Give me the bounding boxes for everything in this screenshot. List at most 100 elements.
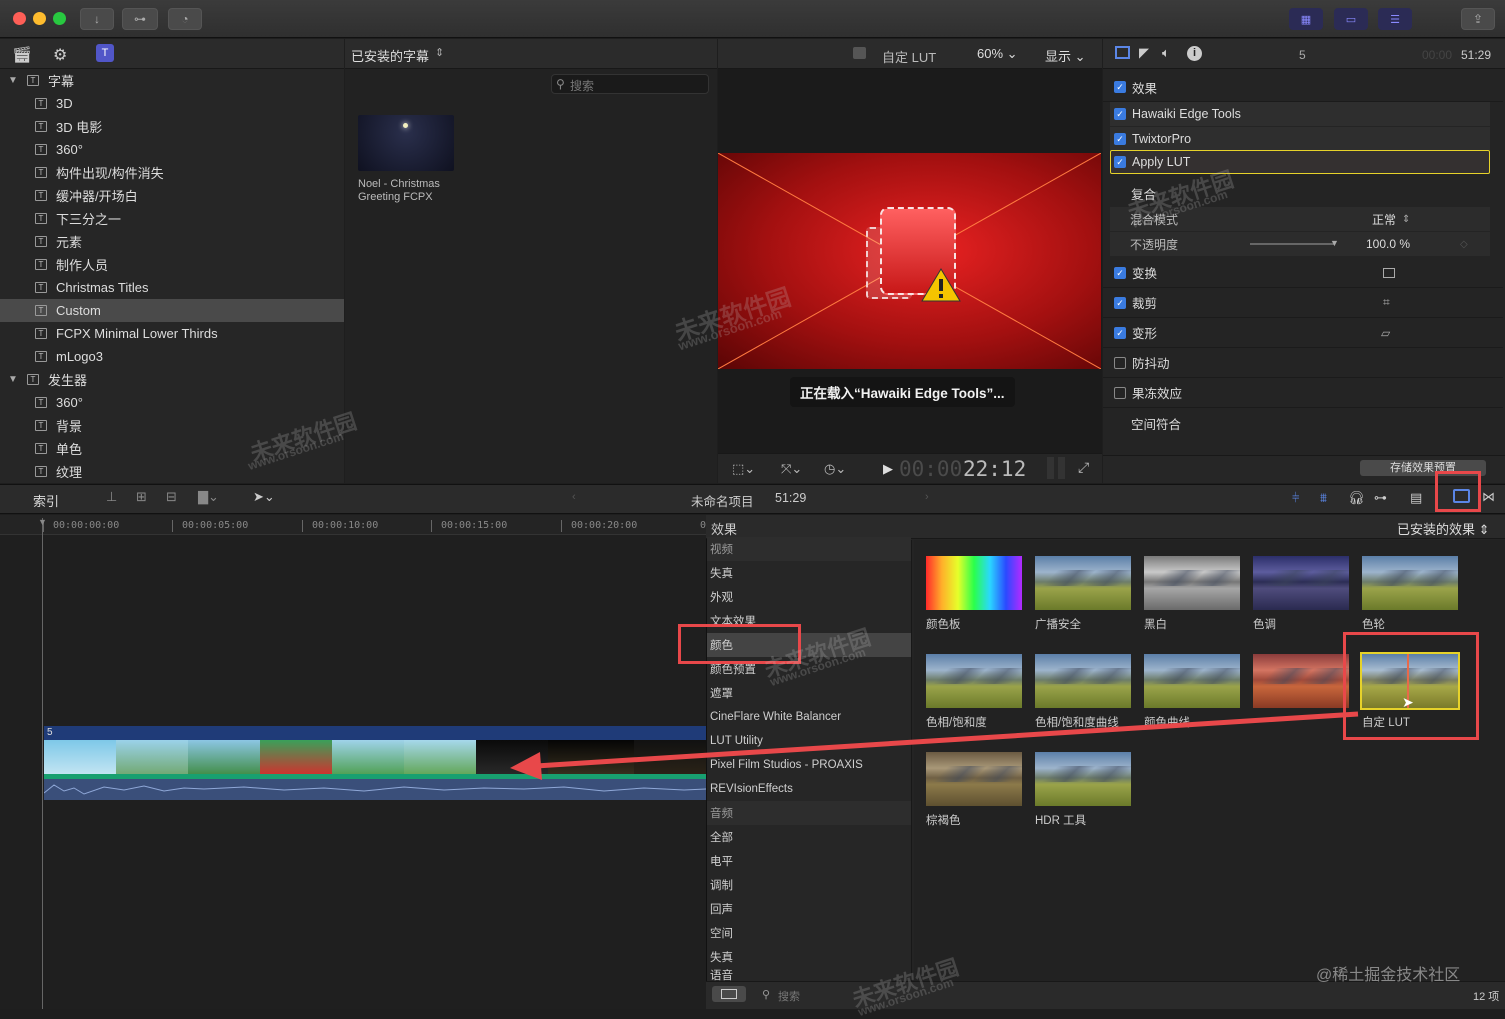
effect-checkbox[interactable]: ✓	[1114, 133, 1126, 145]
effect-thumbnail[interactable]	[926, 556, 1022, 610]
playhead[interactable]	[42, 518, 43, 1009]
library-item[interactable]: T 单色	[0, 437, 344, 460]
category-item[interactable]: 调制	[707, 873, 911, 897]
connect-clip-icon[interactable]: ⊥	[106, 489, 117, 505]
rolling-shutter-section[interactable]: 果冻效应	[1103, 378, 1503, 408]
clip-appearance-icon[interactable]: ▤	[1410, 490, 1422, 506]
disclosure-triangle-icon[interactable]: ▼	[8, 75, 27, 86]
library-item[interactable]: T 3D	[0, 92, 344, 115]
blend-mode-value[interactable]: 正常	[1372, 211, 1396, 228]
distort-checkbox[interactable]: ✓	[1114, 326, 1126, 339]
chevron-right-icon[interactable]: ›	[925, 491, 929, 503]
effect-thumbnail[interactable]	[1253, 556, 1349, 610]
category-item[interactable]: 空间	[707, 921, 911, 945]
stabilization-section[interactable]: 防抖动	[1103, 348, 1503, 378]
view-options-icon[interactable]: ⬚⌄	[732, 461, 755, 477]
transform-tool-icon[interactable]: ⤧⌄	[781, 461, 802, 477]
effects-section[interactable]: ✓ 效果	[1103, 73, 1503, 102]
library-item[interactable]: T 构件出现/构件消失	[0, 161, 344, 184]
transform-section[interactable]: ✓ 变换	[1103, 258, 1503, 288]
solo-icon[interactable]: ⊶	[1374, 490, 1387, 506]
play-icon[interactable]: ▶	[883, 461, 893, 477]
category-item[interactable]: 失真	[707, 945, 911, 969]
speed-icon[interactable]: ◷⌄	[824, 461, 846, 477]
library-group[interactable]: ▼ T 字幕	[0, 69, 344, 92]
rolling-shutter-checkbox[interactable]	[1114, 386, 1126, 399]
index-button[interactable]: 索引	[33, 491, 59, 510]
library-item[interactable]: T 元素	[0, 230, 344, 253]
sidebar-toggle-button[interactable]	[712, 986, 746, 1002]
library-item[interactable]: T 下三分之一	[0, 207, 344, 230]
display-menu[interactable]: 显示 ⌄	[1045, 46, 1086, 65]
opacity-slider[interactable]: ▼	[1250, 238, 1339, 248]
opacity-row[interactable]: 不透明度 ▼ 100.0 % ◇	[1110, 232, 1490, 256]
keyframe-icon[interactable]: ◇	[1460, 239, 1468, 250]
library-group[interactable]: ▼ T 发生器	[0, 368, 344, 391]
spatial-conform-section[interactable]: 空间符合	[1103, 408, 1503, 438]
effect-row-twixtor[interactable]: ✓ TwixtorPro	[1110, 127, 1490, 151]
library-item[interactable]: T Christmas Titles	[0, 276, 344, 299]
library-item[interactable]: T 制作人员	[0, 253, 344, 276]
library-item[interactable]: T 缓冲器/开场白	[0, 184, 344, 207]
category-item[interactable]: 电平	[707, 849, 911, 873]
installed-effects-menu[interactable]: 已安装的效果 ⇕	[1397, 519, 1490, 538]
stabilization-checkbox[interactable]	[1114, 356, 1126, 369]
library-item[interactable]: T 3D 电影	[0, 115, 344, 138]
category-item[interactable]: 语音	[707, 969, 911, 981]
category-item[interactable]: 外观	[707, 585, 911, 609]
effects-checkbox[interactable]: ✓	[1114, 81, 1126, 93]
chevron-updown-icon[interactable]: ⇕	[435, 46, 444, 59]
distort-onscreen-icon[interactable]: ▱	[1381, 326, 1390, 340]
effect-row-hawaiki[interactable]: ✓ Hawaiki Edge Tools	[1110, 102, 1490, 126]
crop-onscreen-icon[interactable]: ⌗	[1383, 295, 1390, 310]
headphones-icon[interactable]: 🎧︎	[1348, 490, 1365, 506]
effect-thumbnail[interactable]	[1144, 556, 1240, 610]
close-window-button[interactable]	[13, 12, 26, 25]
library-item[interactable]: T 背景	[0, 414, 344, 437]
import-button[interactable]: ↓	[80, 8, 114, 30]
insert-clip-icon[interactable]: ⊞	[136, 489, 147, 505]
transform-onscreen-icon[interactable]	[1383, 267, 1395, 278]
effect-row-apply-lut[interactable]: ✓ Apply LUT	[1110, 150, 1490, 174]
effect-checkbox[interactable]: ✓	[1114, 156, 1126, 168]
transitions-browser-icon[interactable]: ⋈	[1482, 489, 1495, 505]
library-item[interactable]: T 纹理	[0, 460, 344, 483]
opacity-value[interactable]: 100.0 %	[1366, 237, 1410, 251]
effect-thumbnail[interactable]	[1035, 556, 1131, 610]
video-frame[interactable]	[718, 153, 1101, 369]
category-item[interactable]: 回声	[707, 897, 911, 921]
library-item[interactable]: T Custom	[0, 299, 344, 322]
crop-checkbox[interactable]: ✓	[1114, 296, 1126, 309]
library-item[interactable]: T FCPX Minimal Lower Thirds	[0, 322, 344, 345]
overwrite-clip-icon[interactable]: ▇⌄	[198, 489, 219, 505]
disclosure-triangle-icon[interactable]: ▼	[8, 374, 27, 385]
show-inspector-button[interactable]: ☰	[1378, 8, 1412, 30]
browser-title[interactable]: 已安装的字幕	[351, 46, 429, 65]
audio-inspector-icon[interactable]: 🔈︎	[1162, 45, 1170, 61]
arrow-tool-icon[interactable]: ➤⌄	[253, 489, 275, 505]
minimize-window-button[interactable]	[33, 12, 46, 25]
category-item[interactable]: 全部	[707, 825, 911, 849]
library-item[interactable]: TmLogo3	[0, 345, 344, 368]
library-item[interactable]: T 360°	[0, 391, 344, 414]
video-inspector-icon[interactable]	[1115, 46, 1130, 59]
show-timeline-button[interactable]: ▭	[1334, 8, 1368, 30]
zoom-menu[interactable]: 60% ⌄	[977, 46, 1018, 62]
info-icon[interactable]: i	[1187, 46, 1202, 61]
zoom-window-button[interactable]	[53, 12, 66, 25]
share-button[interactable]: ⇪	[1461, 8, 1495, 30]
keywords-button[interactable]: ⊶	[122, 8, 158, 30]
color-inspector-icon[interactable]: ◤	[1139, 45, 1149, 61]
distort-section[interactable]: ✓ 变形 ▱	[1103, 318, 1503, 348]
effect-thumbnail[interactable]	[1362, 556, 1458, 610]
chevron-left-icon[interactable]: ‹	[572, 491, 576, 503]
effects-search-input[interactable]: 搜索	[778, 988, 800, 1004]
transform-checkbox[interactable]: ✓	[1114, 266, 1126, 279]
background-tasks-button[interactable]: ◔	[168, 8, 202, 30]
blend-mode-row[interactable]: 混合模式 正常 ⇕	[1110, 207, 1490, 231]
library-item[interactable]: T 360°	[0, 138, 344, 161]
skimming-icon[interactable]: ⫩	[1292, 490, 1299, 506]
audio-skimming-icon[interactable]: ⩩	[1320, 490, 1327, 506]
opacity-slider-knob[interactable]: ▼	[1330, 238, 1339, 248]
append-clip-icon[interactable]: ⊟	[166, 489, 177, 505]
